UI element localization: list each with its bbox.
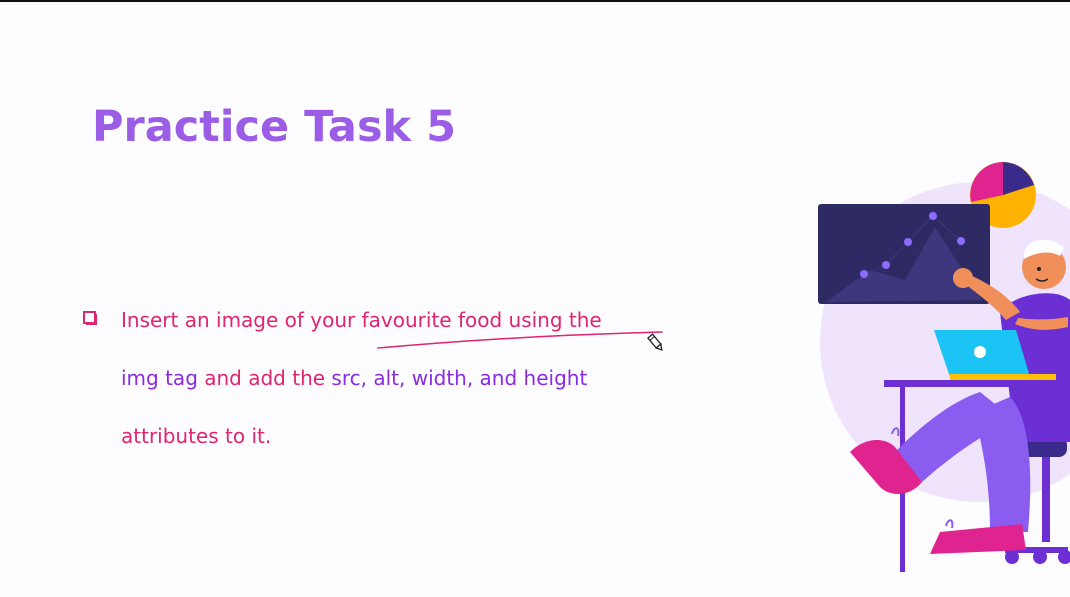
bullet-text-line-2: img tag and add the src, alt, width, and… (121, 366, 587, 390)
pen-cursor-icon (647, 333, 663, 351)
person-laptop-chart-illustration (818, 162, 1070, 572)
chart-board-icon (818, 204, 990, 304)
checkbox-square-icon (83, 311, 97, 325)
bullet-text-segment: and add the (204, 366, 332, 390)
presentation-slide: Practice Task 5 Insert an image of your … (0, 2, 1070, 597)
handwritten-underline (377, 331, 663, 349)
bullet-text-segment: src, alt, width, (331, 366, 480, 390)
bullet-text-segment: and height (479, 366, 588, 390)
slide-title: Practice Task 5 (92, 102, 457, 152)
bullet-text-segment: attributes to it. (121, 424, 272, 448)
bullet-text-segment: img tag (121, 366, 205, 390)
bullet-text-line-3: attributes to it. (121, 424, 271, 448)
